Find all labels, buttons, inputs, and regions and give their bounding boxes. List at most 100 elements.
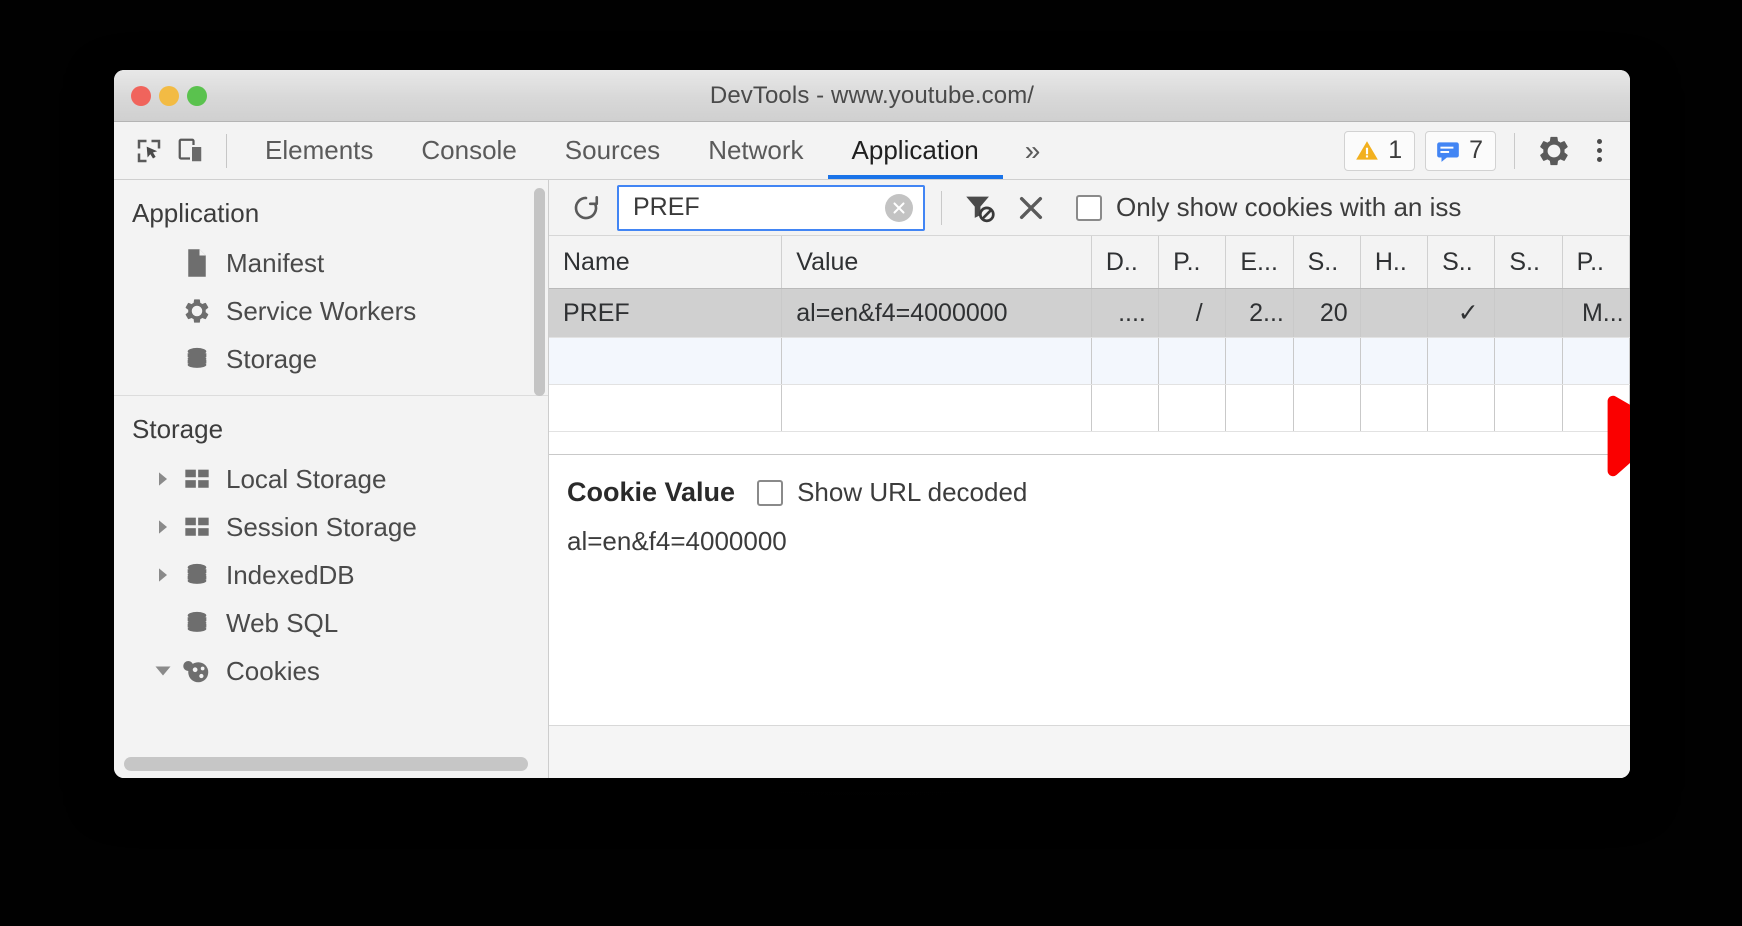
cell-empty — [1158, 337, 1227, 385]
close-x-icon[interactable] — [1010, 187, 1052, 229]
clear-input-icon[interactable] — [885, 193, 913, 222]
chevron-right-icon[interactable] — [152, 519, 174, 535]
zoom-window-button[interactable] — [187, 85, 207, 106]
column-header-secure[interactable]: S.. — [1427, 236, 1496, 289]
cell-domain: .... — [1091, 288, 1160, 338]
cell-value: al=en&f4=4000000 — [781, 288, 1092, 338]
more-tabs-label: » — [1024, 134, 1041, 166]
cookies-table-container: Name Value D.. P.. E... S.. H.. S.. S.. … — [549, 236, 1630, 455]
column-header-domain[interactable]: D.. — [1091, 236, 1160, 289]
refresh-icon[interactable] — [565, 187, 607, 229]
chevron-right-icon[interactable] — [152, 567, 174, 583]
close-window-button[interactable] — [131, 85, 151, 106]
tab-application-label: Application — [851, 135, 979, 165]
table-icon — [180, 515, 214, 539]
sidebar-section-application-title: Application — [132, 198, 260, 228]
sidebar-section-storage: Storage Local Storage Session Storage In… — [114, 395, 548, 707]
clear-filter-icon[interactable] — [958, 187, 1000, 229]
cell-empty — [1225, 337, 1294, 385]
checkbox-box[interactable] — [1076, 194, 1102, 221]
chevron-down-icon[interactable] — [152, 662, 174, 680]
devtools-body: Application Manifest Service Workers Sto… — [114, 180, 1630, 778]
cell-priority: M... — [1562, 288, 1630, 338]
inspect-element-icon[interactable] — [128, 130, 170, 172]
database-icon — [180, 345, 214, 373]
chevron-right-icon[interactable] — [152, 471, 174, 487]
sidebar-item-cookies[interactable]: Cookies — [114, 647, 548, 695]
sidebar-section-application: Application Manifest Service Workers Sto… — [114, 180, 548, 395]
minimize-window-button[interactable] — [159, 85, 179, 106]
cell-empty — [781, 384, 1092, 432]
cell-empty — [1427, 384, 1496, 432]
cell-empty — [1360, 337, 1429, 385]
cell-empty — [1158, 384, 1227, 432]
show-url-decoded-checkbox[interactable]: Show URL decoded — [757, 477, 1027, 508]
sidebar-item-session-storage-label: Session Storage — [226, 511, 417, 542]
toolbar-divider — [941, 190, 942, 225]
cell-samesite — [1494, 288, 1563, 338]
messages-counter[interactable]: 7 — [1425, 130, 1496, 171]
message-bubble-icon — [1437, 141, 1459, 162]
sidebar-item-web-sql[interactable]: Web SQL — [114, 599, 548, 647]
tab-application[interactable]: Application — [827, 122, 1003, 179]
kebab-menu-icon[interactable] — [1585, 139, 1614, 162]
cell-secure: ✓ — [1427, 288, 1496, 338]
table-empty-row[interactable] — [549, 337, 1630, 385]
tab-strip-right-tools: 1 7 — [1344, 130, 1630, 172]
cookies-toolbar: PREF Only show cookies with an iss — [549, 180, 1630, 236]
window-title-bar: DevTools - www.youtube.com/ — [114, 70, 1630, 122]
table-empty-row[interactable] — [549, 384, 1630, 432]
sidebar-horizontal-scrollbar[interactable] — [124, 757, 528, 771]
gear-icon — [180, 297, 214, 325]
sidebar-item-manifest[interactable]: Manifest — [114, 239, 548, 287]
tools-divider — [1514, 132, 1515, 169]
devtools-tab-strip: Elements Console Sources Network Applica… — [114, 122, 1630, 180]
sidebar-item-session-storage[interactable]: Session Storage — [114, 503, 548, 551]
cell-empty — [1091, 384, 1160, 432]
checkbox-box[interactable] — [757, 479, 784, 506]
cookies-panel: PREF Only show cookies with an iss Name … — [549, 180, 1630, 778]
cell-empty — [781, 337, 1092, 385]
column-header-samesite[interactable]: S.. — [1494, 236, 1563, 289]
tab-console[interactable]: Console — [397, 122, 540, 179]
column-header-path[interactable]: P.. — [1158, 236, 1227, 289]
sidebar-item-local-storage[interactable]: Local Storage — [114, 455, 548, 503]
filter-input[interactable]: PREF — [617, 184, 925, 231]
tab-network[interactable]: Network — [684, 122, 827, 179]
tab-elements[interactable]: Elements — [241, 122, 397, 179]
warnings-counter[interactable]: 1 — [1344, 130, 1416, 171]
column-header-httponly[interactable]: H.. — [1360, 236, 1429, 289]
sidebar-item-service-workers-label: Service Workers — [226, 295, 417, 326]
gear-icon[interactable] — [1533, 130, 1575, 172]
tab-sources[interactable]: Sources — [541, 122, 684, 179]
cookie-value-text: al=en&f4=4000000 — [567, 526, 787, 556]
cell-empty — [549, 337, 783, 385]
column-header-name[interactable]: Name — [549, 236, 783, 289]
column-header-value[interactable]: Value — [781, 236, 1092, 289]
sidebar-item-storage[interactable]: Storage — [114, 335, 548, 383]
sidebar-item-service-workers[interactable]: Service Workers — [114, 287, 548, 335]
only-show-cookies-with-issue-checkbox[interactable]: Only show cookies with an iss — [1076, 192, 1461, 223]
cell-empty — [1562, 384, 1630, 432]
window-controls[interactable] — [131, 85, 207, 106]
database-icon — [180, 561, 214, 589]
cell-empty — [1562, 337, 1630, 385]
cookie-value-title: Cookie Value — [567, 477, 736, 507]
show-url-decoded-label: Show URL decoded — [797, 477, 1028, 507]
tab-network-label: Network — [708, 135, 804, 165]
window-title: DevTools - www.youtube.com/ — [709, 81, 1035, 109]
column-header-expires[interactable]: E... — [1225, 236, 1294, 289]
cell-empty — [1360, 384, 1429, 432]
column-header-priority[interactable]: P.. — [1562, 236, 1630, 289]
more-tabs-button[interactable]: » — [1003, 122, 1063, 179]
sidebar-vertical-scrollbar[interactable] — [534, 188, 545, 396]
panel-tabs: Elements Console Sources Network Applica… — [241, 122, 1062, 179]
device-toolbar-icon[interactable] — [170, 130, 212, 172]
cell-name: PREF — [549, 288, 783, 338]
table-icon — [180, 467, 214, 491]
sidebar-item-indexeddb[interactable]: IndexedDB — [114, 551, 548, 599]
cell-empty — [1293, 384, 1361, 432]
table-row[interactable]: PREF al=en&f4=4000000 .... / 2... 20 ✓ M… — [549, 288, 1630, 338]
column-header-size[interactable]: S.. — [1293, 236, 1361, 289]
cell-empty — [1225, 384, 1294, 432]
